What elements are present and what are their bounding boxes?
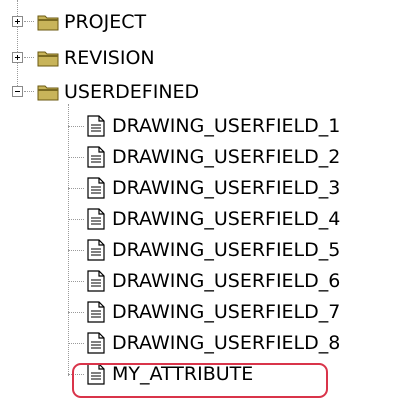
tree-node-label: DRAWING_USERFIELD_3 — [112, 177, 341, 199]
tree-node-label: DRAWING_USERFIELD_5 — [112, 239, 341, 261]
tree-connector — [68, 126, 84, 127]
tree-node-label: DRAWING_USERFIELD_2 — [112, 146, 341, 168]
document-icon — [87, 177, 105, 199]
document-icon — [87, 146, 105, 168]
tree-node-revision[interactable]: REVISION — [0, 44, 220, 72]
document-icon — [87, 301, 105, 323]
document-icon — [87, 115, 105, 137]
tree-node-label: DRAWING_USERFIELD_7 — [112, 301, 341, 323]
tree-node-child[interactable]: DRAWING_USERFIELD_3 — [0, 174, 400, 202]
expand-icon[interactable] — [12, 16, 23, 27]
document-icon — [87, 332, 105, 354]
document-icon — [87, 270, 105, 292]
tree-connector — [24, 91, 34, 92]
tree-connector — [24, 57, 34, 58]
tree-node-label: DRAWING_USERFIELD_1 — [112, 115, 341, 137]
collapse-icon[interactable] — [12, 86, 23, 97]
tree-connector — [68, 157, 84, 158]
tree-connector — [68, 250, 84, 251]
tree-node-child[interactable]: DRAWING_USERFIELD_4 — [0, 205, 400, 233]
tree-connector — [68, 281, 84, 282]
tree-node-label: REVISION — [64, 47, 155, 69]
tree-node-label: USERDEFINED — [64, 81, 200, 103]
tree-node-child[interactable]: DRAWING_USERFIELD_5 — [0, 236, 400, 264]
tree-connector — [68, 343, 84, 344]
tree-node-project[interactable]: PROJECT — [0, 8, 220, 36]
document-icon — [87, 208, 105, 230]
tree-node-child[interactable]: DRAWING_USERFIELD_2 — [0, 143, 400, 171]
folder-icon — [37, 85, 59, 101]
tree-node-label: DRAWING_USERFIELD_4 — [112, 208, 341, 230]
tree-node-userdefined[interactable]: USERDEFINED — [0, 78, 260, 106]
tree-node-child[interactable]: DRAWING_USERFIELD_7 — [0, 298, 400, 326]
folder-icon — [37, 51, 59, 67]
tree-view: PROJECT REVISION USERDEFINED DRAWING_USE… — [0, 0, 420, 403]
tree-connector — [68, 188, 84, 189]
tree-connector — [68, 312, 84, 313]
tree-node-label: DRAWING_USERFIELD_6 — [112, 270, 341, 292]
tree-node-child[interactable]: DRAWING_USERFIELD_8 — [0, 329, 400, 357]
tree-connector — [68, 219, 84, 220]
tree-node-label: PROJECT — [64, 11, 147, 33]
tree-node-child[interactable]: DRAWING_USERFIELD_6 — [0, 267, 400, 295]
highlight-box — [72, 363, 328, 398]
folder-icon — [37, 15, 59, 31]
tree-node-child[interactable]: DRAWING_USERFIELD_1 — [0, 112, 400, 140]
tree-node-label: DRAWING_USERFIELD_8 — [112, 332, 341, 354]
expand-icon[interactable] — [12, 52, 23, 63]
document-icon — [87, 239, 105, 261]
tree-connector — [24, 21, 34, 22]
